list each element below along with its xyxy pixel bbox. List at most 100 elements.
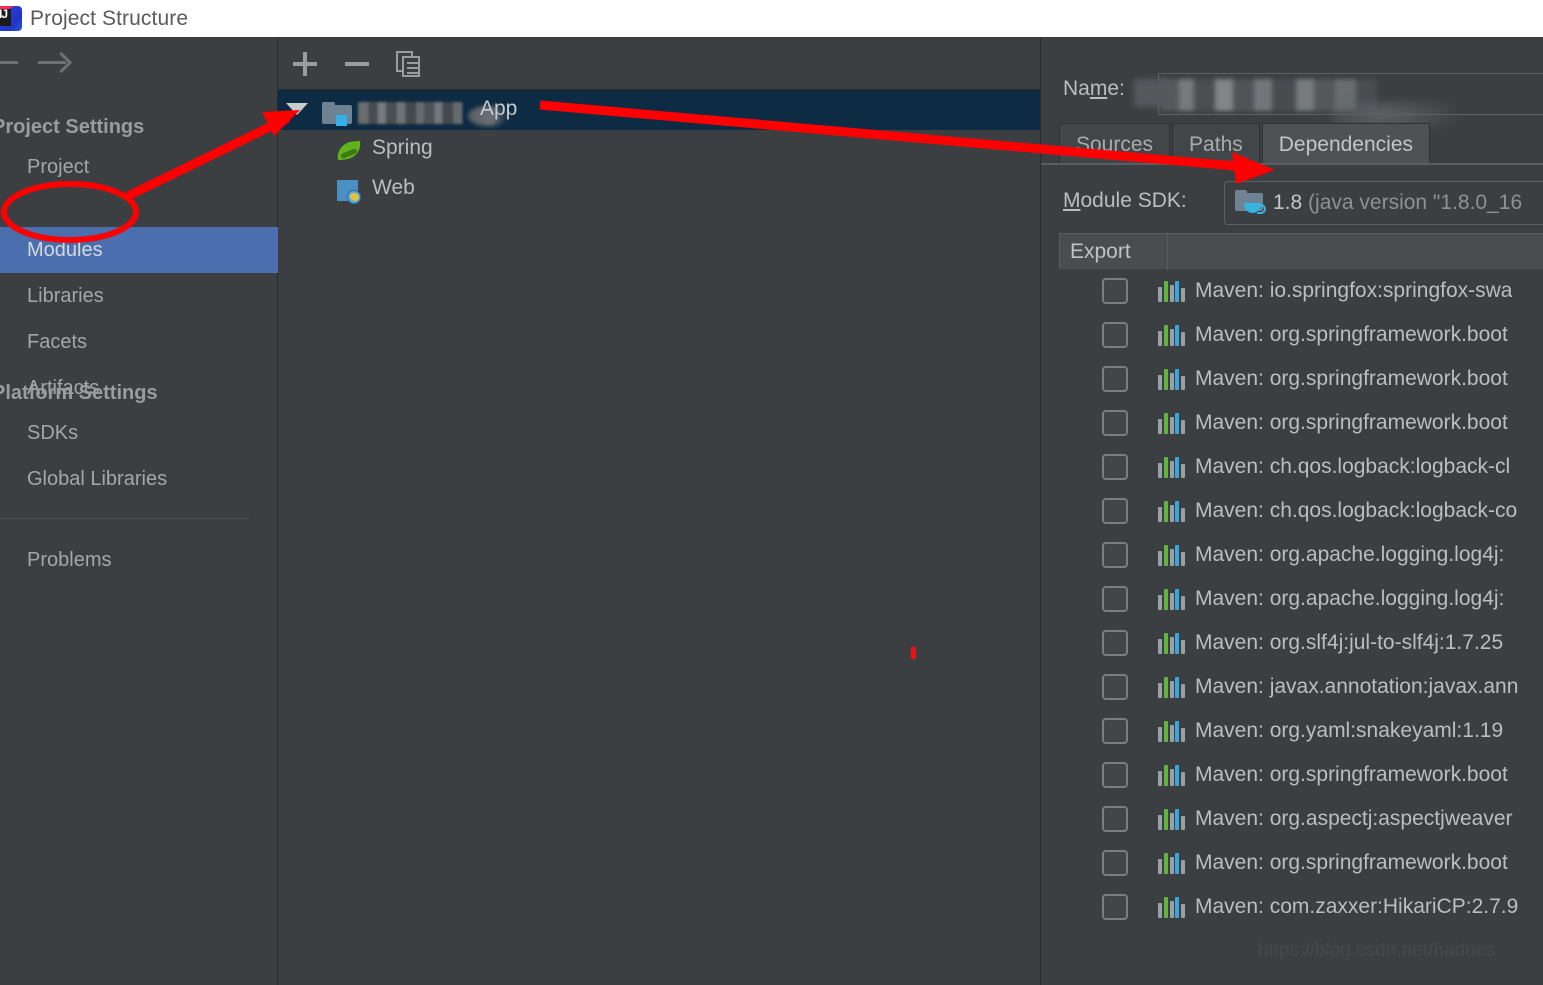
maven-library-icon [1158,896,1185,918]
remove-module-button[interactable] [340,47,374,81]
maven-library-icon [1158,456,1185,478]
table-row[interactable]: Maven: javax.annotation:javax.ann [1059,665,1543,709]
sidebar-item-libraries[interactable]: Libraries [0,273,278,319]
sidebar-item-modules[interactable]: Modules [0,227,278,273]
web-globe-icon [336,178,362,204]
copy-module-button[interactable] [392,47,426,81]
modules-panel: App Spring Web [278,37,1040,985]
sidebar-item-label: Problems [27,548,112,571]
table-row[interactable]: Maven: org.springframework.boot [1059,313,1543,357]
table-row[interactable]: Maven: org.apache.logging.log4j: [1059,533,1543,577]
sidebar-group-title-project-settings: Project Settings [0,116,145,138]
table-row[interactable]: Maven: org.springframework.boot [1059,357,1543,401]
module-sdk-combobox[interactable]: 1.8 (java version "1.8.0_16 [1224,181,1543,225]
column-header-export[interactable]: Export [1060,233,1168,270]
maven-library-icon [1158,368,1185,390]
module-tree-facet-spring[interactable]: Spring [278,130,1040,170]
facet-label: Web [372,176,415,199]
tab-dependencies[interactable]: Dependencies [1261,123,1431,165]
dependency-name: Maven: ch.qos.logback:logback-cl [1195,455,1511,478]
table-row[interactable]: Maven: org.aspectj:aspectjweaver [1059,797,1543,841]
sidebar-item-problems[interactable]: Problems [0,537,278,583]
module-name-suffix: App [480,97,518,120]
tab-label: Dependencies [1278,132,1414,156]
settings-sidebar: Project Settings Project Modules Librari… [0,37,278,985]
export-checkbox[interactable] [1102,322,1128,348]
module-folder-icon [322,102,352,126]
sidebar-group-title-platform-settings: Platform Settings [0,382,158,404]
table-row[interactable]: Maven: com.zaxxer:HikariCP:2.7.9 [1059,885,1543,929]
module-name-label: Name: [1063,77,1125,100]
dependency-name: Maven: org.springframework.boot [1195,763,1508,786]
sidebar-item-project[interactable]: Project [0,144,278,190]
arrow-back-icon[interactable] [0,61,18,64]
dependencies-table: Export Maven: io.springfox:springfox-swa… [1059,233,1543,929]
maven-library-icon [1158,676,1185,698]
sidebar-item-label: Global Libraries [27,467,168,490]
sidebar-item-label: SDKs [27,421,79,444]
sidebar-item-label: Facets [27,330,88,353]
dependency-name: Maven: org.yaml:snakeyaml:1.19 [1195,719,1504,742]
sidebar-item-sdks[interactable]: SDKs [0,410,278,456]
maven-library-icon [1158,852,1185,874]
dependency-name: Maven: org.springframework.boot [1195,367,1508,390]
sidebar-item-label: Libraries [27,284,104,307]
table-row[interactable]: Maven: org.springframework.boot [1059,753,1543,797]
column-header-name[interactable] [1168,234,1543,270]
sidebar-item-global-libraries[interactable]: Global Libraries [0,456,278,502]
table-row[interactable]: Maven: org.springframework.boot [1059,841,1543,885]
chevron-down-icon[interactable] [286,103,308,115]
dependency-name: Maven: io.springfox:springfox-swa [1195,279,1513,302]
export-checkbox[interactable] [1102,498,1128,524]
sdk-version: 1.8 [1273,191,1303,214]
modules-toolbar [278,37,1040,90]
export-checkbox[interactable] [1102,542,1128,568]
export-checkbox[interactable] [1102,850,1128,876]
maven-library-icon [1158,764,1185,786]
export-checkbox[interactable] [1102,762,1128,788]
arrow-forward-icon[interactable] [38,51,73,74]
export-checkbox[interactable] [1102,586,1128,612]
project-structure-dialog: Project Structure Project Settings Proje… [0,0,1543,985]
table-row[interactable]: Maven: ch.qos.logback:logback-co [1059,489,1543,533]
maven-library-icon [1158,588,1185,610]
table-row[interactable]: Maven: org.slf4j:jul-to-slf4j:1.7.25 [1059,621,1543,665]
table-row[interactable]: Maven: org.springframework.boot [1059,401,1543,445]
export-checkbox[interactable] [1102,630,1128,656]
sidebar-item-label: Project [27,155,90,178]
add-module-button[interactable] [288,47,322,81]
maven-library-icon [1158,280,1185,302]
dependency-name: Maven: org.aspectj:aspectjweaver [1195,807,1513,830]
dependency-name: Maven: org.springframework.boot [1195,851,1508,874]
export-checkbox[interactable] [1102,454,1128,480]
table-row[interactable]: Maven: org.yaml:snakeyaml:1.19 [1059,709,1543,753]
tab-paths[interactable]: Paths [1172,123,1260,165]
module-tree-facet-web[interactable]: Web [278,170,1040,210]
tabs-underline [1041,163,1543,165]
export-checkbox[interactable] [1102,366,1128,392]
redaction-smudge-label [1134,79,1170,107]
table-row[interactable]: Maven: io.springfox:springfox-swa [1059,269,1543,313]
dependency-name: Maven: org.springframework.boot [1195,323,1508,346]
export-checkbox[interactable] [1102,806,1128,832]
table-row[interactable]: Maven: org.apache.logging.log4j: [1059,577,1543,621]
module-name-row: Name: [1041,65,1543,135]
export-checkbox[interactable] [1102,278,1128,304]
tab-sources[interactable]: Sources [1059,123,1171,165]
module-details-panel: Name: Sources Paths Dependencies Module … [1040,37,1543,985]
window-title: Project Structure [30,6,189,30]
module-sdk-label: Module SDK: [1063,189,1187,212]
title-bar: Project Structure [0,0,1543,37]
dependencies-table-header: Export [1059,233,1543,270]
table-row[interactable]: Maven: ch.qos.logback:logback-cl [1059,445,1543,489]
dependency-name: Maven: ch.qos.logback:logback-co [1195,499,1518,522]
export-checkbox[interactable] [1102,718,1128,744]
export-checkbox[interactable] [1102,410,1128,436]
export-checkbox[interactable] [1102,894,1128,920]
spring-leaf-icon [336,138,362,164]
annotation-dot [911,647,916,659]
export-checkbox[interactable] [1102,674,1128,700]
sidebar-item-facets[interactable]: Facets [0,319,278,365]
module-tree-root-row[interactable]: App [278,90,1040,130]
sidebar-item-label: Modules [27,238,103,261]
